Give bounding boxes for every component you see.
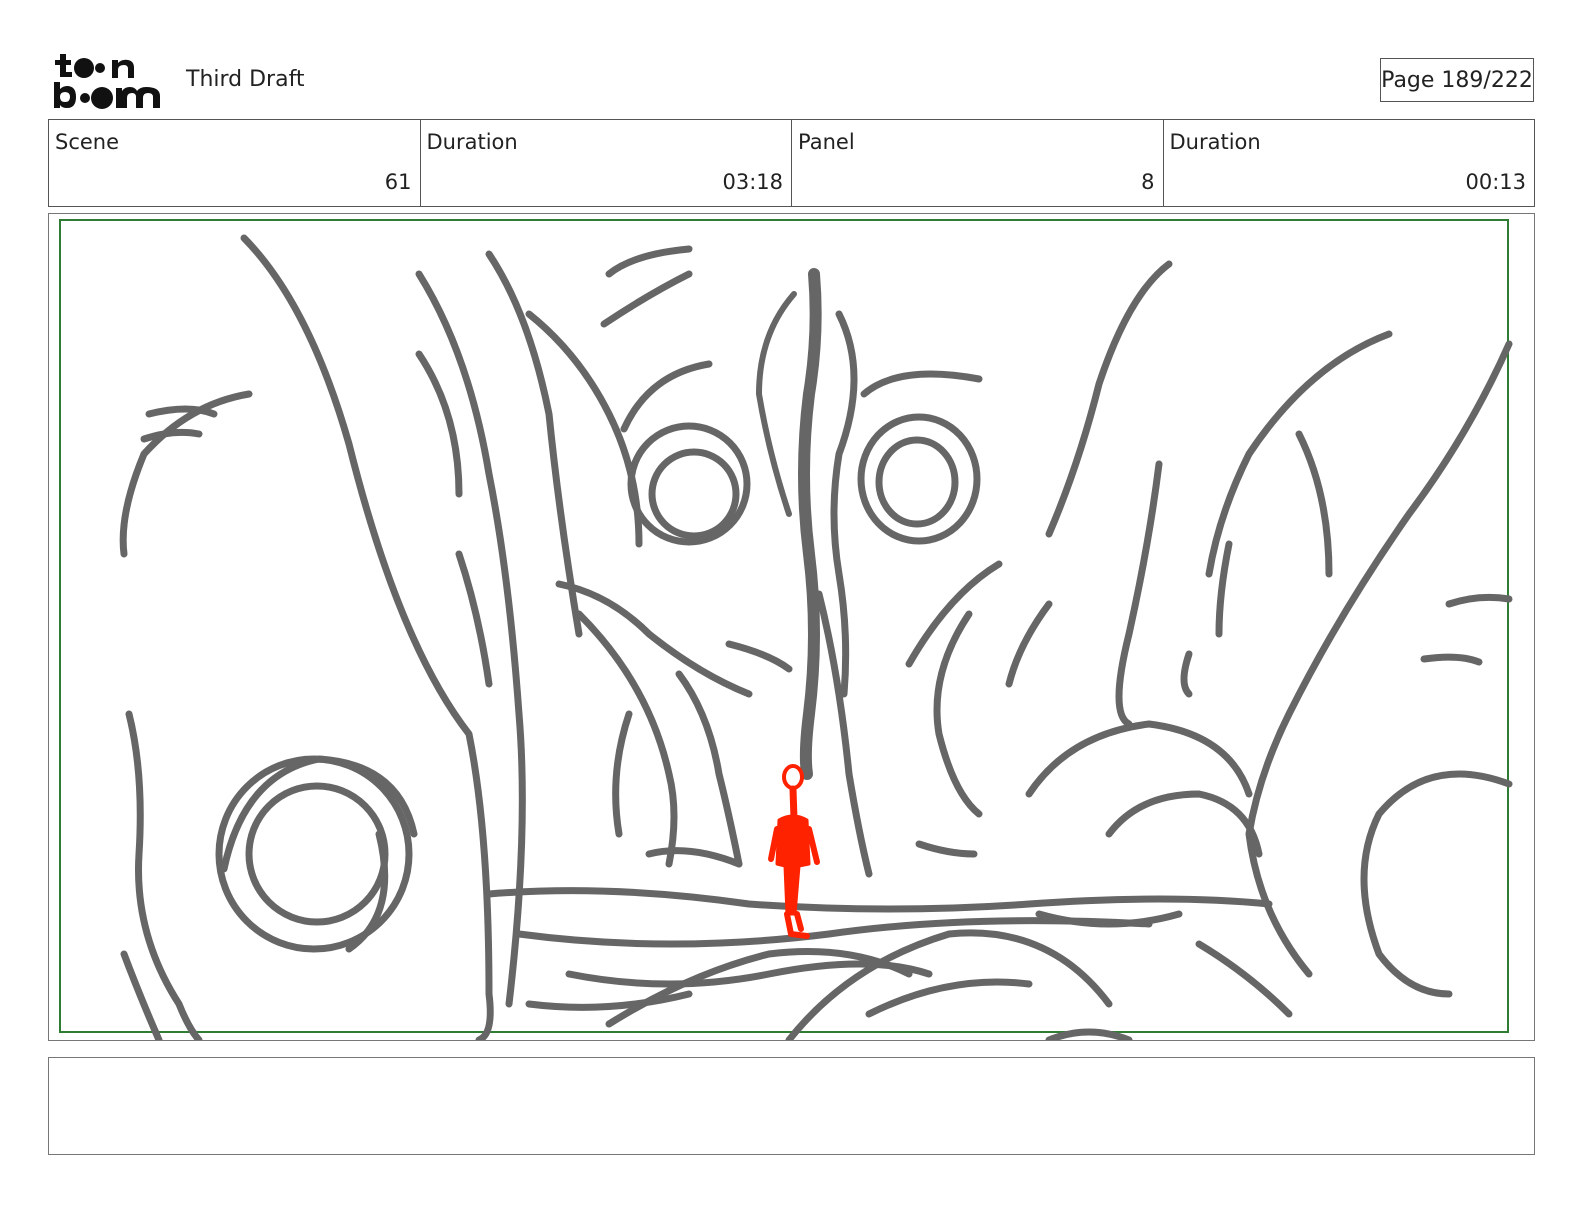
panel-label: Panel (798, 130, 855, 154)
panel-duration-value: 00:13 (1465, 170, 1526, 194)
scene-value: 61 (384, 170, 412, 194)
panel-notes-box (48, 1057, 1535, 1155)
scene-info-bar: Scene 61 Duration 03:18 Panel 8 Duration… (48, 119, 1535, 207)
scene-duration-cell: Duration 03:18 (421, 120, 792, 206)
document-title: Third Draft (186, 67, 305, 92)
scene-label: Scene (55, 130, 120, 154)
panel-sketch-drawing (59, 219, 1513, 1040)
storyboard-panel (48, 213, 1535, 1041)
scene-cell: Scene 61 (49, 120, 421, 206)
scene-duration-label: Duration (426, 130, 518, 154)
sketch-lines (119, 234, 1513, 1040)
scene-duration-value: 03:18 (722, 170, 783, 194)
page-indicator: Page 189/222 (1380, 58, 1534, 102)
page-number-label: Page 189/222 (1381, 67, 1533, 93)
toon-boom-logo (54, 54, 160, 109)
panel-cell: Panel 8 (792, 120, 1164, 206)
panel-value: 8 (1141, 170, 1155, 194)
panel-duration-cell: Duration 00:13 (1164, 120, 1535, 206)
panel-duration-label: Duration (1169, 130, 1261, 154)
